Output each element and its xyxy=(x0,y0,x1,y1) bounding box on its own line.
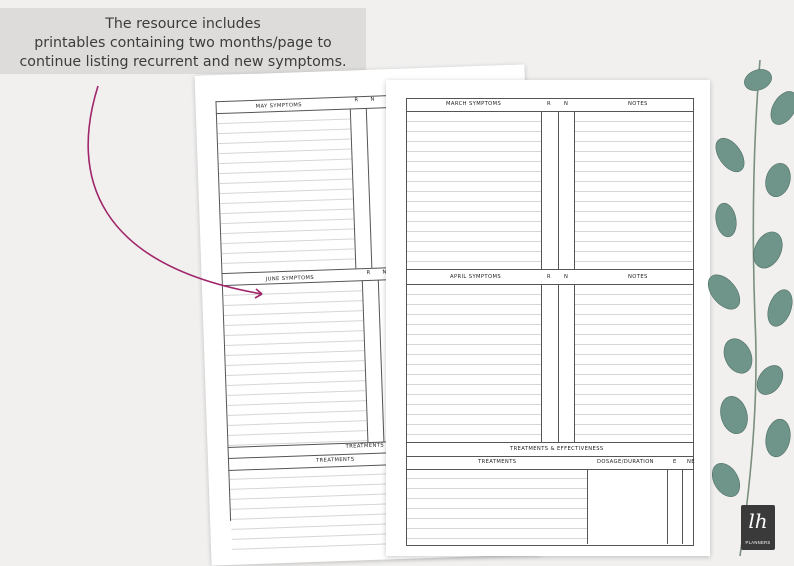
april-lines xyxy=(407,294,541,444)
ne-divider xyxy=(682,469,683,544)
front-r-divider xyxy=(541,111,542,269)
front-treat-rule xyxy=(406,442,693,443)
brand-logo: lh PLANNERS xyxy=(741,505,775,550)
front-treat-rule-3 xyxy=(406,469,693,470)
e-column-label: E xyxy=(673,459,677,465)
front-treatments-lines xyxy=(407,478,587,548)
front-treatments-col-label: TREATMENTS xyxy=(478,459,517,465)
dosage-divider xyxy=(587,469,588,544)
front-r-divider-2 xyxy=(541,284,542,442)
eucalyptus-leaves xyxy=(707,60,794,556)
logo-mark: lh xyxy=(748,509,768,533)
n-column-label-front: N xyxy=(564,101,569,107)
march-symptoms-label: MARCH SYMPTOMS xyxy=(446,101,502,107)
ne-column-label: NE xyxy=(687,459,695,465)
front-n-divider-2 xyxy=(558,284,559,442)
march-lines xyxy=(407,121,541,271)
dosage-duration-label: DOSAGE/DURATION xyxy=(597,459,654,465)
front-sheet: MARCH SYMPTOMS R N NOTES APRIL SYMPTOMS … xyxy=(386,80,710,556)
r-column-label-front-2: R xyxy=(547,274,552,280)
logo-text: PLANNERS xyxy=(745,540,771,545)
r-column-label-front: R xyxy=(547,101,552,107)
n-column-label-front-2: N xyxy=(564,274,569,280)
front-header-rule xyxy=(406,111,693,112)
notes-label-2: NOTES xyxy=(628,274,648,280)
front-treat-rule-2 xyxy=(406,456,693,457)
front-mid-rule xyxy=(406,269,693,270)
march-notes-lines xyxy=(575,121,692,271)
front-header-rule-2 xyxy=(406,284,693,285)
e-divider xyxy=(667,469,668,544)
april-notes-lines xyxy=(575,294,692,444)
notes-label: NOTES xyxy=(628,101,648,107)
front-n-divider xyxy=(558,111,559,269)
treatments-effectiveness-label: TREATMENTS & EFFECTIVENESS xyxy=(510,446,604,452)
april-symptoms-label: APRIL SYMPTOMS xyxy=(450,274,502,280)
